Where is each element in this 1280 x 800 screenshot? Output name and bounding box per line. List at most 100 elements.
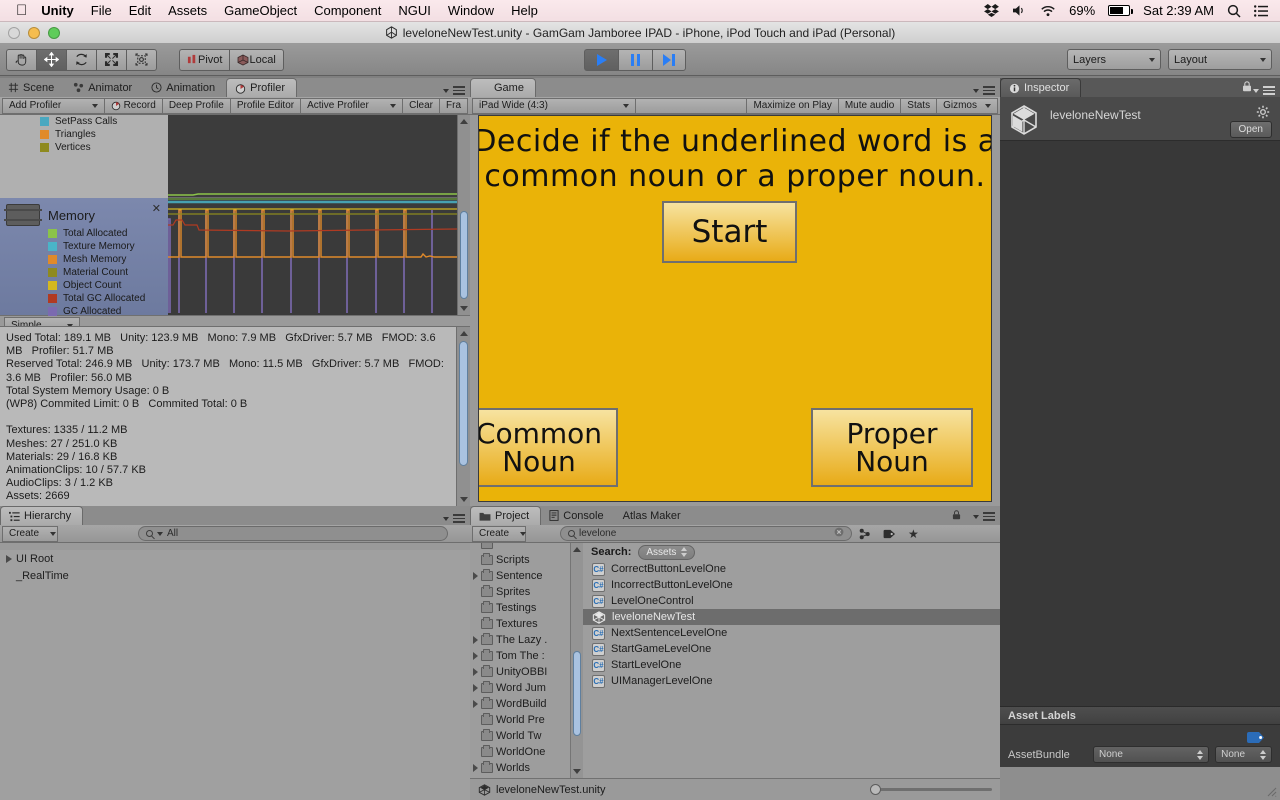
inspector-panel-menu[interactable] — [1243, 81, 1280, 97]
aspect-ratio-dropdown[interactable]: iPad Wide (4:3) — [472, 97, 635, 114]
hierarchy-panel-menu[interactable] — [435, 514, 470, 525]
frame-button[interactable]: Fra — [439, 97, 468, 114]
deep-profile-button[interactable]: Deep Profile — [161, 97, 230, 114]
hand-tool-button[interactable] — [6, 48, 36, 71]
project-panel-menu[interactable] — [952, 510, 1000, 525]
label-tag-icon[interactable] — [1246, 730, 1266, 745]
folder-row-wordbuilder[interactable]: WordBuild — [470, 696, 570, 712]
menu-item-gameobject[interactable]: GameObject — [224, 3, 297, 18]
folder-row-tom-the[interactable]: Tom The : — [470, 648, 570, 664]
project-create-button[interactable]: Create — [472, 525, 527, 542]
clear-button[interactable]: Clear — [402, 97, 439, 114]
game-proper-noun-button[interactable]: Proper Noun — [811, 408, 973, 487]
folder-row-textures[interactable]: Textures — [470, 616, 570, 632]
lock-icon[interactable] — [952, 510, 961, 523]
project-asset-list[interactable]: C# CorrectButtonLevelOne C# IncorrectBut… — [583, 561, 1000, 778]
pivot-toggle-button[interactable]: Pivot — [179, 48, 230, 71]
folder-row-word-jumble[interactable]: Word Jum — [470, 680, 570, 696]
step-button[interactable] — [652, 48, 686, 71]
game-start-button[interactable]: Start — [662, 201, 797, 263]
local-toggle-button[interactable]: Local — [229, 48, 284, 71]
folder-row-world-pre[interactable]: World Pre — [470, 712, 570, 728]
game-panel-menu[interactable] — [965, 86, 1000, 97]
asset-row-levelonecontrol[interactable]: C# LevelOneControl — [583, 593, 1000, 609]
menu-item-help[interactable]: Help — [511, 3, 538, 18]
favorites-button[interactable]: ★ — [902, 526, 925, 542]
expand-triangle-icon[interactable] — [6, 554, 12, 563]
hierarchy-create-button[interactable]: Create — [2, 525, 58, 542]
folder-row-sentence[interactable]: Sentence — [470, 568, 570, 584]
asset-row-startlevelone[interactable]: C# StartLevelOne — [583, 657, 1000, 673]
profiler-panel-menu[interactable] — [435, 86, 470, 97]
minimize-window-button[interactable] — [28, 26, 40, 39]
move-tool-button[interactable] — [36, 48, 66, 71]
assetbundle-dropdown[interactable]: None — [1092, 746, 1210, 763]
record-button[interactable]: Record — [103, 97, 162, 114]
resize-grip-icon[interactable] — [1265, 785, 1277, 797]
tab-console[interactable]: Console — [541, 506, 614, 525]
slider-knob[interactable] — [870, 784, 881, 795]
spotlight-search-icon[interactable] — [1227, 4, 1241, 18]
game-view-canvas[interactable]: Decide if the underlined word is a commo… — [478, 115, 992, 502]
clear-search-icon[interactable] — [834, 527, 844, 540]
folder-row-world-two[interactable]: World Tw — [470, 728, 570, 744]
asset-row-nextsentencelevelone[interactable]: C# NextSentenceLevelOne — [583, 625, 1000, 641]
tab-inspector[interactable]: Inspector — [1000, 78, 1082, 97]
scroll-up-button[interactable] — [457, 327, 470, 340]
asset-row-incorrectbuttonlevelone[interactable]: C# IncorrectButtonLevelOne — [583, 577, 1000, 593]
menu-item-assets[interactable]: Assets — [168, 3, 207, 18]
rect-tool-button[interactable] — [126, 48, 157, 71]
asset-row-levelonenewtest[interactable]: leveloneNewTest — [583, 609, 1000, 625]
tab-animation[interactable]: Animation — [143, 78, 226, 97]
folder-row-testings[interactable]: Testings — [470, 600, 570, 616]
scroll-up-button[interactable] — [458, 115, 470, 128]
add-profiler-dropdown[interactable]: Add Profiler — [2, 97, 104, 114]
folder-vertical-scrollbar[interactable] — [570, 543, 583, 778]
layers-dropdown[interactable]: Layers — [1067, 49, 1161, 70]
search-scope-dropdown[interactable]: Assets — [638, 544, 696, 560]
icon-size-slider[interactable] — [870, 784, 992, 795]
tab-game[interactable]: Game — [470, 78, 536, 97]
wifi-icon[interactable] — [1040, 5, 1056, 17]
expand-triangle-icon[interactable] — [473, 652, 478, 660]
expand-triangle-icon[interactable] — [473, 572, 478, 580]
rotate-tool-button[interactable] — [66, 48, 96, 71]
expand-triangle-icon[interactable] — [473, 668, 478, 676]
game-common-noun-button[interactable]: Common Noun — [479, 408, 618, 487]
folder-row-unityobb[interactable]: UnityOBBI — [470, 664, 570, 680]
close-icon[interactable]: ✕ — [152, 202, 161, 215]
memory-module-header[interactable]: ✕ Memory Total Allocated Texture Memory … — [0, 198, 168, 317]
assetbundle-variant-dropdown[interactable]: None — [1215, 746, 1272, 763]
folder-row-the-lazy[interactable]: The Lazy . — [470, 632, 570, 648]
asset-row-uimanagerlevelone[interactable]: C# UIManagerLevelOne — [583, 673, 1000, 689]
asset-row-startgamelevelone[interactable]: C# StartGameLevelOne — [583, 641, 1000, 657]
dropbox-icon[interactable] — [984, 4, 1000, 17]
layout-dropdown[interactable]: Layout — [1168, 49, 1272, 70]
maximize-window-button[interactable] — [48, 26, 60, 39]
profile-editor-button[interactable]: Profile Editor — [229, 97, 301, 114]
folder-row-worldone[interactable]: WorldOne — [470, 744, 570, 760]
hierarchy-tree[interactable]: UI Root _RealTime — [0, 550, 470, 800]
profiler-vertical-scrollbar[interactable] — [457, 115, 470, 315]
filter-by-label-button[interactable] — [877, 526, 902, 542]
close-window-button[interactable] — [8, 26, 20, 39]
menu-item-window[interactable]: Window — [448, 3, 494, 18]
menu-item-unity[interactable]: Unity — [41, 3, 74, 18]
apple-logo-icon[interactable]:  — [16, 3, 27, 18]
menu-item-edit[interactable]: Edit — [129, 3, 151, 18]
scroll-down-button[interactable] — [458, 302, 470, 315]
folder-row-scripts[interactable]: Scripts — [470, 552, 570, 568]
hierarchy-search-input[interactable]: All — [138, 526, 448, 541]
lock-icon[interactable] — [1242, 81, 1252, 95]
menu-item-component[interactable]: Component — [314, 3, 381, 18]
tab-project[interactable]: Project — [470, 506, 542, 525]
memory-graph[interactable] — [168, 115, 457, 315]
tab-profiler[interactable]: Profiler — [226, 78, 297, 97]
scrollbar-thumb[interactable] — [460, 211, 468, 299]
mute-audio-button[interactable]: Mute audio — [837, 97, 901, 114]
tab-animator[interactable]: Animator — [65, 78, 143, 97]
stats-vertical-scrollbar[interactable] — [456, 327, 470, 506]
scroll-down-button[interactable] — [571, 765, 583, 778]
scrollbar-thumb[interactable] — [573, 651, 581, 736]
asset-row-correctbuttonlevelone[interactable]: C# CorrectButtonLevelOne — [583, 561, 1000, 577]
